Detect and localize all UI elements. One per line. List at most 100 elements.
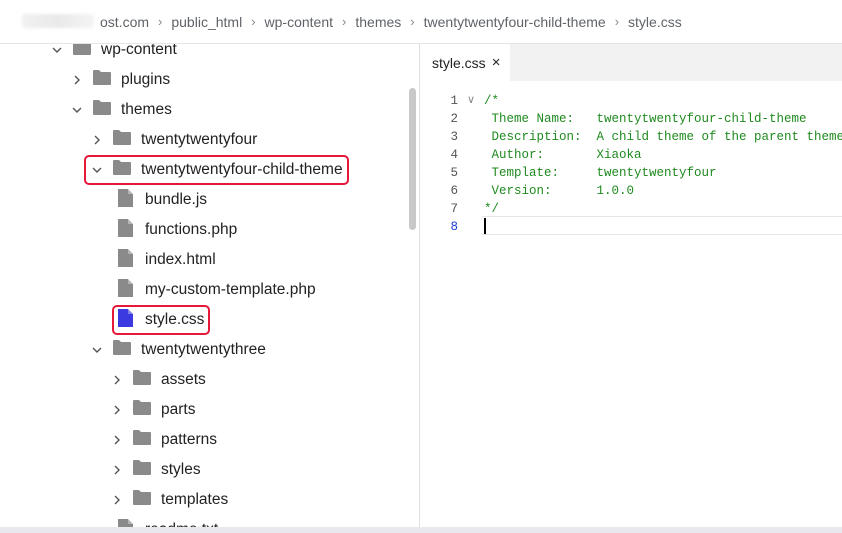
file-icon (118, 518, 145, 527)
file-icon (118, 248, 145, 272)
line-number: 2 (450, 112, 458, 126)
code-text: Version: 1.0.0 (484, 184, 635, 198)
fold-toggle-icon[interactable]: ∨ (467, 92, 475, 110)
tree-item-label: functions.php (145, 221, 238, 238)
code-line[interactable]: 5 Template: twentytwentyfour (420, 164, 842, 182)
editor-tabbar: style.css × (420, 44, 842, 81)
folder-icon (133, 400, 161, 420)
file-tree: wp-content plugins themes twentytwentyfour t… (0, 44, 419, 527)
chevron-right-icon[interactable] (90, 133, 104, 147)
code-text: */ (484, 202, 500, 216)
close-icon[interactable]: × (492, 54, 501, 71)
chevron-down-icon[interactable] (50, 44, 64, 57)
folder-icon (133, 430, 161, 450)
breadcrumb-public-html[interactable]: public_html (171, 14, 242, 30)
tree-item-label: parts (161, 401, 196, 418)
breadcrumb-separator: › (158, 14, 163, 29)
folder-icon (113, 340, 141, 360)
breadcrumb-separator: › (614, 14, 620, 29)
tab-label: style.css (432, 54, 486, 71)
breadcrumb-separator: › (251, 14, 256, 29)
chevron-right-icon[interactable] (110, 463, 124, 477)
tree-item-label: wp-content (101, 44, 177, 58)
tree-file-readme-txt[interactable]: readme.txt (118, 515, 218, 527)
tree-item-label: bundle.js (145, 191, 208, 208)
breadcrumb-host[interactable]: ost.com (100, 14, 149, 30)
code-line[interactable]: 8 (420, 218, 842, 236)
tree-folder-parts[interactable]: parts (110, 395, 195, 425)
code-line[interactable]: 3 Description: A child theme of the pare… (420, 128, 842, 146)
file-icon (118, 188, 145, 212)
code-text: Template: twentytwentyfour (484, 166, 717, 180)
folder-icon (73, 44, 101, 60)
breadcrumb-wp-content[interactable]: wp-content (265, 14, 333, 30)
file-icon (118, 218, 145, 242)
chevron-down-icon[interactable] (70, 103, 84, 117)
tree-folder-twentytwentythree[interactable]: twentytwentythree (90, 335, 266, 365)
annotation-highlight-box (112, 305, 211, 335)
annotation-highlight-box (84, 155, 349, 185)
tree-file-my-custom-template-php[interactable]: my-custom-template.php (118, 275, 316, 305)
line-number: 3 (450, 130, 458, 144)
redacted-host (22, 14, 94, 28)
tree-item-label: my-custom-template.php (145, 281, 316, 298)
tree-item-label: assets (161, 371, 206, 388)
code-editor[interactable]: 1 ∨ /* 2 Theme Name: twentytwentyfour-child… (420, 81, 842, 527)
tree-scrollbar-thumb[interactable] (409, 88, 416, 230)
folder-icon (113, 130, 141, 150)
code-line[interactable]: 2 Theme Name: twentytwentyfour-child-the… (420, 110, 842, 128)
tree-item-label: twentytwentythree (141, 341, 266, 358)
tree-folder-templates[interactable]: templates (110, 485, 228, 515)
breadcrumb-themes[interactable]: themes (355, 14, 401, 30)
line-number: 5 (450, 166, 458, 180)
tree-item-label: plugins (121, 71, 171, 88)
tree-folder-twentytwentyfour[interactable]: twentytwentyfour (90, 125, 257, 155)
folder-icon (133, 490, 161, 510)
code-line[interactable]: 6 Version: 1.0.0 (420, 182, 842, 200)
tree-file-index-html[interactable]: index.html (118, 245, 216, 275)
code-text: /* (484, 94, 500, 108)
tree-folder-patterns[interactable]: patterns (110, 425, 217, 455)
chevron-right-icon[interactable] (110, 493, 124, 507)
tree-item-label: templates (161, 491, 229, 508)
chevron-right-icon[interactable] (110, 403, 124, 417)
tree-file-functions-php[interactable]: functions.php (118, 215, 237, 245)
tree-folder-wp-content[interactable]: wp-content (50, 44, 177, 65)
file-icon (118, 278, 145, 302)
code-text: Theme Name: twentytwentyfour-child-theme (484, 112, 807, 126)
breadcrumb: ost.com › public_html › wp-content › the… (0, 0, 842, 44)
tree-item-label: twentytwentyfour (141, 131, 258, 148)
chevron-down-icon[interactable] (90, 343, 104, 357)
chevron-right-icon[interactable] (110, 433, 124, 447)
tree-item-label: themes (121, 101, 172, 118)
code-line[interactable]: 4 Author: Xiaoka (420, 146, 842, 164)
tree-folder-assets[interactable]: assets (110, 365, 206, 395)
folder-icon (133, 370, 161, 390)
line-number: 1 (450, 94, 458, 108)
folder-icon (93, 100, 121, 120)
code-text: Author: Xiaoka (484, 148, 642, 162)
breadcrumb-child-theme[interactable]: twentytwentyfour-child-theme (424, 14, 606, 30)
breadcrumb-separator: › (342, 14, 347, 29)
code-line[interactable]: 1 ∨ /* (420, 92, 842, 110)
breadcrumb-current-file: style.css (628, 13, 682, 30)
line-number: 6 (450, 184, 458, 198)
tree-item-label: styles (161, 461, 201, 478)
tree-item-label: patterns (161, 431, 218, 448)
line-number: 7 (450, 202, 458, 216)
folder-icon (93, 70, 121, 90)
breadcrumb-separator: › (410, 14, 415, 29)
tree-item-label: index.html (145, 251, 216, 268)
chevron-right-icon[interactable] (110, 373, 124, 387)
status-strip (0, 527, 842, 533)
tree-folder-styles[interactable]: styles (110, 455, 201, 485)
line-number: 4 (450, 148, 458, 162)
line-number: 8 (450, 220, 458, 234)
folder-icon (133, 460, 161, 480)
tab-style-css[interactable]: style.css × (420, 44, 510, 81)
tree-folder-plugins[interactable]: plugins (70, 65, 170, 95)
tree-file-bundle-js[interactable]: bundle.js (118, 185, 207, 215)
chevron-right-icon[interactable] (70, 73, 84, 87)
tree-folder-themes[interactable]: themes (70, 95, 172, 125)
code-line[interactable]: 7 */ (420, 200, 842, 218)
